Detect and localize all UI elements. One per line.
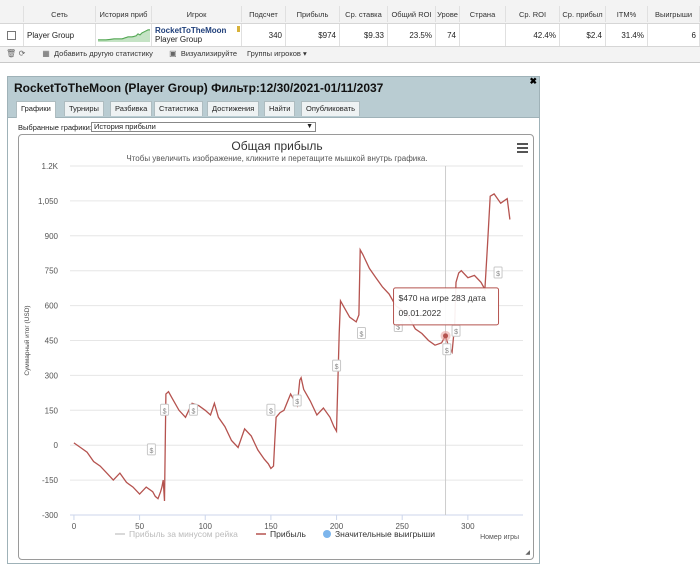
y-tick-label: -300: [42, 511, 59, 520]
visualize-icon: ▣: [169, 48, 177, 58]
add-stat-button[interactable]: Добавить другую статистику: [54, 49, 153, 58]
sparkline: [98, 29, 150, 42]
tooltip-line-1: $470 на игре 283 дата: [399, 293, 487, 303]
header-avg-profit[interactable]: Ср. прибыл: [560, 6, 606, 22]
header-avg-roi[interactable]: Ср. ROI: [506, 6, 560, 22]
chart-select-value: История прибыли: [94, 122, 156, 131]
cell-country: [460, 24, 506, 46]
row-checkbox-cell: [0, 24, 24, 46]
significant-win-marker-label: $: [191, 408, 195, 415]
y-tick-label: 1.2K: [42, 162, 59, 171]
legend-item-wins: Значительные выигрыши: [335, 529, 435, 539]
tab-tournaments[interactable]: Турниры: [64, 101, 104, 116]
close-icon[interactable]: ✖: [529, 76, 537, 87]
header-count[interactable]: Подсчет: [242, 6, 286, 22]
panel-tabs: Графики Турниры Разбивка Статистика Дост…: [8, 99, 539, 118]
y-tick-label: 300: [45, 371, 59, 380]
resize-handle-icon[interactable]: ◢: [525, 549, 530, 556]
cell-avg-profit: $2.4: [560, 24, 606, 46]
y-tick-label: 900: [45, 232, 59, 241]
chevron-down-icon: ▼: [306, 123, 313, 130]
significant-win-marker-label: $: [335, 364, 339, 371]
y-tick-label: 450: [45, 337, 59, 346]
header-wins[interactable]: Выигрыши: [648, 6, 700, 22]
chart-select[interactable]: История прибыли ▼: [91, 122, 316, 132]
table-row[interactable]: Player Group RocketToTheMoon Player Grou…: [0, 23, 700, 47]
cell-itm: 31.4%: [606, 24, 648, 46]
add-stat-icon: ▦: [42, 48, 50, 58]
significant-win-marker-label: $: [269, 408, 273, 415]
legend-item-rake: Прибыль за минусом рейка: [129, 529, 238, 539]
cell-profit: $974: [286, 24, 340, 46]
significant-win-marker-label: $: [445, 348, 449, 355]
significant-win-marker-label: $: [163, 408, 167, 415]
tooltip-line-2: 09.01.2022: [399, 308, 442, 318]
significant-win-marker-label: $: [454, 329, 458, 336]
chart-container[interactable]: Общая прибыль Чтобы увеличить изображени…: [18, 134, 534, 560]
cell-total-roi: 23.5%: [388, 24, 436, 46]
significant-win-marker-label: $: [295, 399, 299, 406]
y-tick-label: 0: [54, 441, 59, 450]
cell-level: 74: [436, 24, 460, 46]
header-avg-stake[interactable]: Ср. ставка: [340, 6, 388, 22]
tab-breakdown[interactable]: Разбивка: [110, 101, 153, 116]
header-profit[interactable]: Прибыль: [286, 6, 340, 22]
hover-point: [443, 333, 449, 339]
x-tick-label: 0: [72, 522, 77, 531]
player-panel: RocketToTheMoon (Player Group) Фильтр:12…: [7, 76, 540, 564]
y-tick-label: 1,050: [38, 197, 59, 206]
table-header: Сеть История приб Игрок Подсчет Прибыль …: [0, 6, 700, 22]
y-tick-label: 600: [45, 302, 59, 311]
y-axis-title: Суммарный итог (USD): [23, 305, 31, 375]
legend-symbol-wins: [323, 530, 331, 538]
x-tick-label: 300: [461, 522, 475, 531]
cell-count: 340: [242, 24, 286, 46]
player-groups-dropdown[interactable]: Группы игроков ▾: [247, 49, 307, 58]
legend-item-profit: Прибыль: [270, 529, 307, 539]
header-country[interactable]: Страна: [460, 6, 506, 22]
table-toolbar: 🗑 ⟳ ▦ Добавить другую статистику ▣ Визуа…: [0, 47, 307, 59]
significant-win-marker-label: $: [496, 271, 500, 278]
profit-chart[interactable]: -300-15001503004506007509001,0501.2K0 50 1…: [19, 135, 533, 559]
header-player[interactable]: Игрок: [152, 6, 242, 22]
significant-win-marker-label: $: [360, 332, 364, 339]
tab-statistics[interactable]: Статистика: [154, 101, 204, 116]
cell-avg-stake: $9.33: [340, 24, 388, 46]
header-network[interactable]: Сеть: [24, 6, 96, 22]
cell-wins: 6: [648, 24, 700, 46]
player-flag-icon: [237, 26, 240, 32]
significant-win-marker-label: $: [149, 448, 153, 455]
tab-achievements[interactable]: Достижения: [207, 101, 260, 116]
player-group-text: Player Group: [155, 35, 203, 44]
tab-find[interactable]: Найти: [264, 101, 296, 116]
y-tick-label: -150: [42, 476, 59, 485]
panel-header: RocketToTheMoon (Player Group) Фильтр:12…: [8, 77, 539, 99]
header-level[interactable]: Урове: [436, 6, 460, 22]
panel-title: RocketToTheMoon (Player Group) Фильтр:12…: [14, 81, 384, 95]
header-history[interactable]: История приб: [96, 6, 152, 22]
significant-win-marker-label: $: [396, 325, 400, 332]
visualize-button[interactable]: Визуализируйте: [181, 49, 237, 58]
selected-charts-label: Выбранные графики:: [18, 123, 92, 132]
tab-publish[interactable]: Опубликовать: [301, 101, 361, 116]
y-tick-label: 150: [45, 406, 59, 415]
cell-player: RocketToTheMoon Player Group: [152, 24, 242, 46]
cell-history-sparkline: [96, 24, 152, 46]
cell-avg-roi: 42.4%: [506, 24, 560, 46]
row-checkbox[interactable]: [7, 30, 16, 40]
cell-network: Player Group: [24, 24, 96, 46]
stats-table: Сеть История приб Игрок Подсчет Прибыль …: [0, 0, 700, 63]
delete-icon[interactable]: 🗑: [6, 49, 16, 58]
y-tick-label: 750: [45, 267, 59, 276]
header-select-col: [0, 6, 24, 22]
refresh-icon[interactable]: ⟳: [18, 49, 26, 58]
tab-charts[interactable]: Графики: [16, 101, 56, 118]
player-name-link[interactable]: RocketToTheMoon: [155, 26, 226, 35]
x-axis-title: Номер игры: [480, 534, 519, 541]
header-total-roi[interactable]: Общий ROI: [388, 6, 436, 22]
header-itm[interactable]: ITM%: [606, 6, 648, 22]
